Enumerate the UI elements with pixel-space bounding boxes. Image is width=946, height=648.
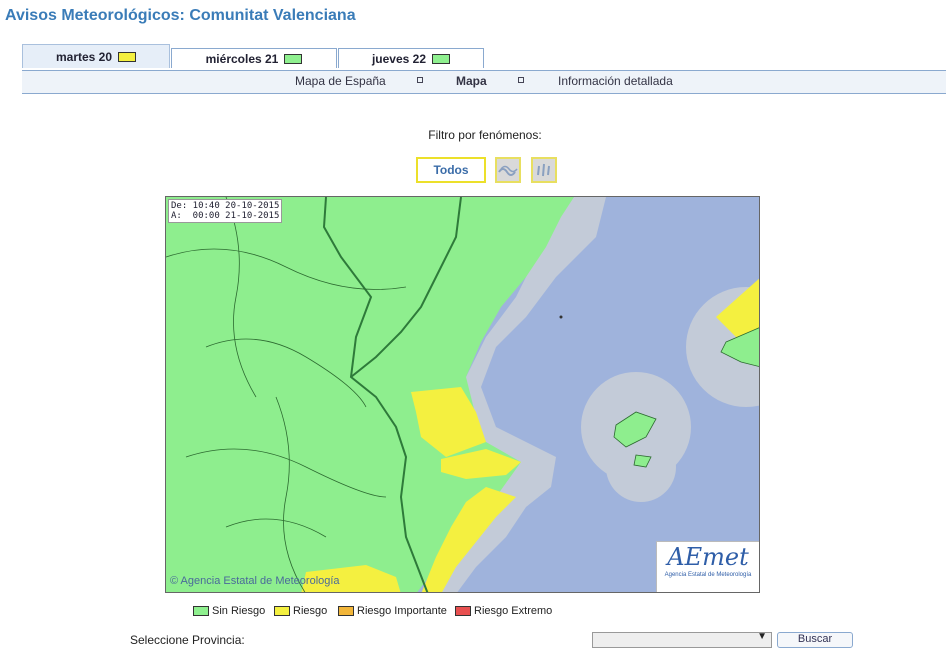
warning-level-swatch	[284, 53, 303, 64]
warning-map[interactable]: De: 10:40 20-10-2015 A: 00:00 21-10-2015 …	[165, 196, 760, 593]
legend-item-riesgo-extremo: Riesgo Extremo	[455, 605, 552, 617]
map-graphic	[166, 197, 759, 592]
sub-navigation: Mapa de España Mapa Información detallad…	[22, 70, 946, 94]
link-map[interactable]: Mapa	[456, 74, 487, 88]
logo-subtitle: Agencia Estatal de Meteorología	[664, 572, 752, 578]
bullet-icon	[518, 77, 524, 83]
tab-martes-20[interactable]: martes 20	[22, 44, 170, 68]
tab-jueves-22[interactable]: jueves 22	[338, 48, 484, 68]
rain-icon	[537, 163, 550, 177]
warning-level-swatch	[432, 53, 451, 64]
validity-box: De: 10:40 20-10-2015 A: 00:00 21-10-2015	[168, 199, 283, 223]
tab-miercoles-21[interactable]: miércoles 21	[171, 48, 337, 68]
province-select[interactable]: ▼	[592, 631, 772, 648]
legend-swatch	[455, 606, 471, 616]
legend-item-riesgo: Riesgo	[274, 605, 327, 617]
map-copyright: © Agencia Estatal de Meteorología	[170, 575, 340, 587]
waves-icon	[498, 165, 518, 176]
link-detailed-info[interactable]: Información detallada	[558, 74, 673, 88]
legend-swatch	[274, 606, 290, 616]
filter-label: Filtro por fenómenos:	[428, 128, 542, 142]
tab-label: jueves 22	[371, 51, 427, 66]
valid-from: De: 10:40 20-10-2015	[171, 201, 280, 211]
bullet-icon	[417, 77, 423, 83]
valid-to: A: 00:00 21-10-2015	[171, 211, 280, 221]
legend-label: Riesgo Importante	[357, 605, 447, 617]
filter-coastal-button[interactable]	[495, 157, 521, 183]
link-spain-map[interactable]: Mapa de España	[295, 74, 386, 88]
chevron-down-icon: ▼	[757, 631, 767, 642]
legend-swatch	[193, 606, 209, 616]
search-button[interactable]: Buscar	[777, 632, 853, 648]
filter-all-button[interactable]: Todos	[416, 157, 486, 183]
tab-label: martes 20	[55, 49, 113, 64]
aemet-logo: AEmet Agencia Estatal de Meteorología	[656, 541, 759, 592]
legend-label: Riesgo Extremo	[474, 605, 553, 617]
province-label: Seleccione Provincia:	[130, 633, 245, 647]
logo-text: AEmet	[667, 543, 749, 571]
legend-item-riesgo-importante: Riesgo Importante	[338, 605, 447, 617]
legend-item-sin-riesgo: Sin Riesgo	[193, 605, 265, 617]
tab-label: miércoles 21	[205, 51, 279, 66]
legend-label: Sin Riesgo	[212, 605, 266, 617]
warning-level-swatch	[118, 51, 137, 62]
legend-label: Riesgo	[293, 605, 328, 617]
legend-swatch	[338, 606, 354, 616]
page-title: Avisos Meteorológicos: Comunitat Valenci…	[5, 7, 356, 24]
filter-rain-button[interactable]	[531, 157, 557, 183]
